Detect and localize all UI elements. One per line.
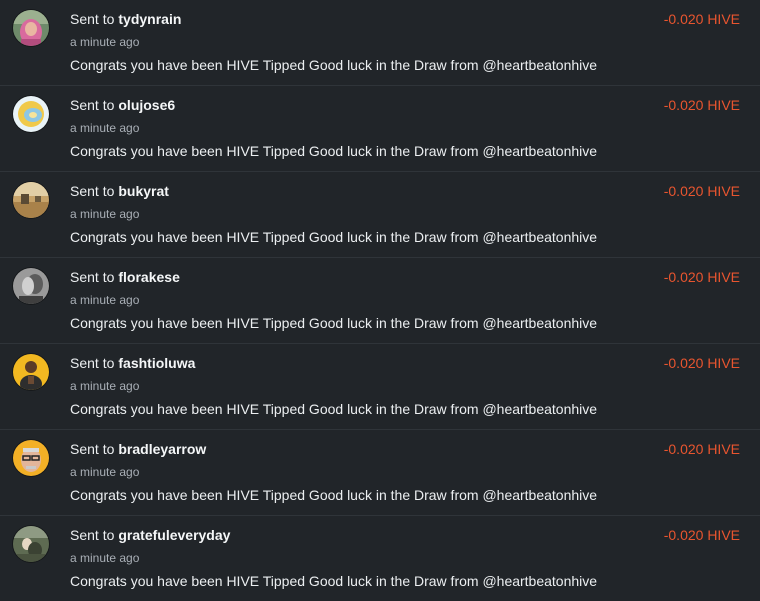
transaction-row: Sent to olujose6 a minute ago Congrats yo…	[0, 86, 760, 172]
memo-text: Congrats you have been HIVE Tipped Good …	[70, 143, 598, 159]
sent-line: Sent to bukyrat	[70, 183, 169, 199]
avatar-glasses-man-icon	[13, 440, 49, 476]
timestamp: a minute ago	[70, 465, 140, 479]
avatar[interactable]	[13, 526, 49, 562]
avatar[interactable]	[13, 268, 49, 304]
sent-line: Sent to olujose6	[70, 97, 175, 113]
avatar-grey-portrait-icon	[13, 268, 49, 304]
recipient-link[interactable]: bradleyarrow	[118, 441, 206, 457]
amount: -0.020 HIVE	[663, 355, 740, 371]
recipient-link[interactable]: florakese	[118, 269, 179, 285]
amount: -0.020 HIVE	[663, 269, 740, 285]
memo-text: Congrats you have been HIVE Tipped Good …	[70, 229, 598, 245]
timestamp: a minute ago	[70, 379, 140, 393]
sent-prefix: Sent to	[70, 97, 115, 113]
memo-text: Congrats you have been HIVE Tipped Good …	[70, 315, 598, 331]
amount: -0.020 HIVE	[663, 441, 740, 457]
sent-line: Sent to florakese	[70, 269, 180, 285]
avatar[interactable]	[13, 96, 49, 132]
amount: -0.020 HIVE	[663, 183, 740, 199]
memo-text: Congrats you have been HIVE Tipped Good …	[70, 401, 598, 417]
recipient-link[interactable]: gratefuleveryday	[118, 527, 230, 543]
sent-prefix: Sent to	[70, 527, 115, 543]
sent-prefix: Sent to	[70, 11, 115, 27]
avatar[interactable]	[13, 440, 49, 476]
sent-line: Sent to gratefuleveryday	[70, 527, 230, 543]
avatar-yellow-blue-icon	[13, 96, 49, 132]
timestamp: a minute ago	[70, 207, 140, 221]
amount: -0.020 HIVE	[663, 97, 740, 113]
memo-text: Congrats you have been HIVE Tipped Good …	[70, 57, 598, 73]
transaction-row: Sent to fashtioluwa a minute ago Congrats…	[0, 344, 760, 430]
transaction-row: Sent to bukyrat a minute ago Congrats you…	[0, 172, 760, 258]
sent-line: Sent to fashtioluwa	[70, 355, 195, 371]
recipient-link[interactable]: olujose6	[118, 97, 175, 113]
sent-prefix: Sent to	[70, 355, 115, 371]
recipient-link[interactable]: bukyrat	[118, 183, 169, 199]
avatar-landscape-icon	[13, 182, 49, 218]
recipient-link[interactable]: tydynrain	[118, 11, 181, 27]
transaction-row: Sent to gratefuleveryday a minute ago Con…	[0, 516, 760, 601]
avatar[interactable]	[13, 10, 49, 46]
timestamp: a minute ago	[70, 551, 140, 565]
sent-prefix: Sent to	[70, 183, 115, 199]
amount: -0.020 HIVE	[663, 11, 740, 27]
avatar[interactable]	[13, 354, 49, 390]
transaction-row: Sent to tydynrain a minute ago Congrats y…	[0, 0, 760, 86]
memo-text: Congrats you have been HIVE Tipped Good …	[70, 573, 598, 589]
transaction-list: Sent to tydynrain a minute ago Congrats y…	[0, 0, 760, 601]
avatar[interactable]	[13, 182, 49, 218]
timestamp: a minute ago	[70, 35, 140, 49]
sent-prefix: Sent to	[70, 441, 115, 457]
transaction-row: Sent to bradleyarrow a minute ago Congrat…	[0, 430, 760, 516]
amount: -0.020 HIVE	[663, 527, 740, 543]
avatar-pink-hair-icon	[13, 10, 49, 46]
timestamp: a minute ago	[70, 121, 140, 135]
recipient-link[interactable]: fashtioluwa	[118, 355, 195, 371]
sent-line: Sent to bradleyarrow	[70, 441, 206, 457]
timestamp: a minute ago	[70, 293, 140, 307]
avatar-outdoor-photo-icon	[13, 526, 49, 562]
memo-text: Congrats you have been HIVE Tipped Good …	[70, 487, 598, 503]
transaction-row: Sent to florakese a minute ago Congrats y…	[0, 258, 760, 344]
sent-prefix: Sent to	[70, 269, 115, 285]
avatar-yellow-person-icon	[13, 354, 49, 390]
sent-line: Sent to tydynrain	[70, 11, 181, 27]
